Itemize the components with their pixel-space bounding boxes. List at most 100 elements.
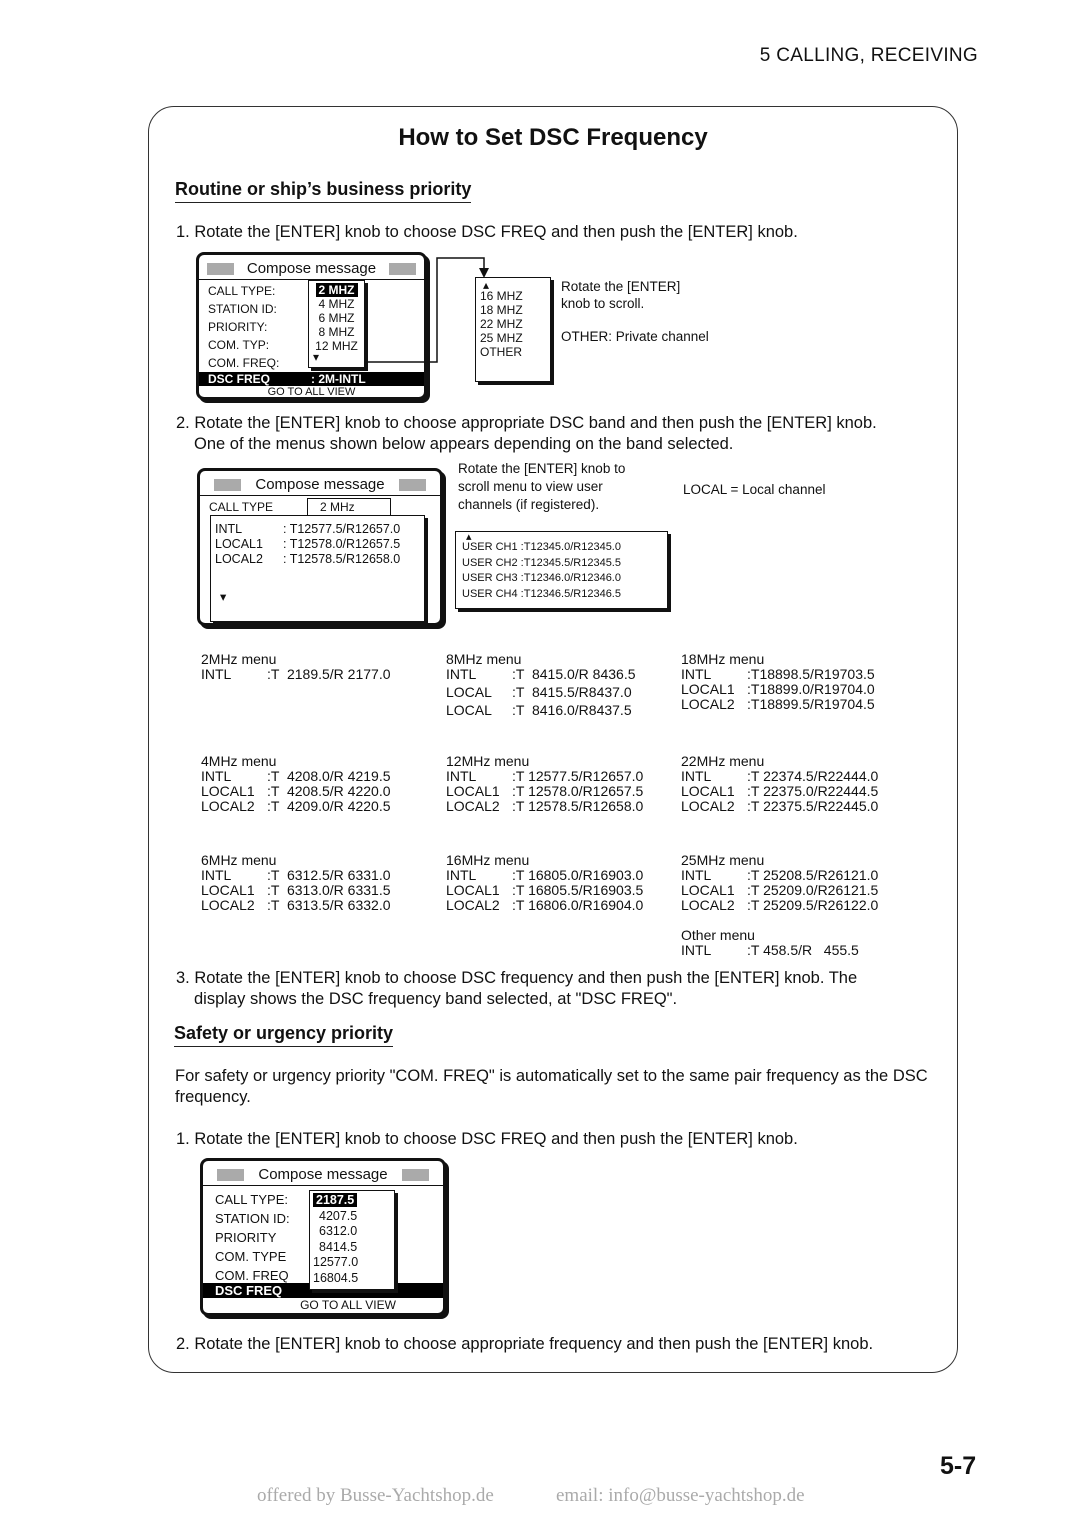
channel-freq: :T 12578.0/R12657.5 [512, 783, 644, 799]
channel-name: LOCAL1 [201, 783, 255, 799]
menu-row: LOCAL1 :T 6313.0/R 6331.5 [201, 883, 391, 898]
band-menu: 18MHz menu INTL:T18898.5/R19703.5 LOCAL1:T… [681, 652, 875, 712]
channel-name: INTL [681, 942, 712, 958]
channel-freq: :T 16806.0/R16904.0 [512, 897, 644, 913]
channel-name: LOCAL1 [446, 783, 500, 799]
user-channel-list[interactable]: ▴ USER CH1 :T12345.0/R12345.0 USER CH2 :T1… [455, 531, 668, 609]
list-item[interactable]: 4 MHZ [309, 297, 364, 311]
channel-row[interactable]: INTL: T12577.5/R12657.0 [215, 522, 424, 537]
user-channel-note: Rotate the [ENTER] knob to scroll menu t… [458, 461, 626, 512]
channel-freq: :T 8415.0/R 8436.5 [512, 666, 636, 682]
call-type-label: CALL TYPE [209, 500, 274, 514]
menu-title: 16MHz menu [446, 852, 530, 868]
channel-freq: :T 12577.5/R12657.0 [512, 768, 644, 784]
band-menu: Other menu INTL:T 458.5/R 455.5 [681, 928, 859, 958]
menu-row: LOCAL :T 8415.5/R8437.0 [446, 685, 636, 700]
channel-name: LOCAL2 [446, 897, 500, 913]
channel-name: LOCAL1 [681, 681, 735, 697]
step-3: 3. Rotate the [ENTER] knob to choose DSC… [176, 969, 858, 987]
frequency-dropdown-list[interactable]: 2187.5 4207.5 6312.0 8414.5 12577.0 16804.5 [309, 1190, 395, 1290]
menu-title: 6MHz menu [201, 852, 277, 868]
channel-name: INTL [215, 522, 243, 536]
band-menu: 25MHz menu INTL:T 25208.5/R26121.0 LOCAL1:… [681, 853, 878, 913]
menu-title: 18MHz menu [681, 651, 765, 667]
chapter-header: 5 CALLING, RECEIVING [759, 45, 978, 66]
field-label: CALL TYPE: [208, 284, 276, 298]
band-option[interactable]: 22 MHZ [480, 317, 550, 331]
menu-row: LOCAL2:T 6313.5/R 6332.0 [201, 898, 391, 913]
channel-freq: :T 16805.0/R16903.0 [512, 867, 644, 883]
scroll-up-icon[interactable]: ▴ [480, 279, 550, 291]
list-item[interactable]: 8414.5 [313, 1240, 394, 1256]
channel-freq: :T 6313.0/R 6331.5 [267, 882, 391, 898]
list-item[interactable]: 4207.5 [313, 1209, 394, 1225]
channel-freq: :T 8416.0/R8437.5 [512, 702, 632, 718]
step-3-cont: display shows the DSC frequency band sel… [194, 990, 678, 1008]
menu-row: LOCAL2:T 4209.0/R 4220.5 [201, 799, 391, 814]
band-option[interactable]: OTHER [480, 345, 550, 359]
field-label: STATION ID: [208, 302, 277, 316]
field-label: STATION ID: [215, 1211, 290, 1226]
band-option: 2 MHZ [315, 283, 358, 297]
scroll-down-icon[interactable]: ▾ [309, 351, 364, 363]
channel-freq: :T 25208.5/R26121.0 [747, 867, 879, 883]
band-option: 6 MHZ [318, 311, 355, 325]
band-dropdown-list-scrolled[interactable]: ▴ 16 MHZ 18 MHZ 22 MHZ 25 MHZ OTHER [475, 277, 551, 382]
list-item[interactable]: 6312.0 [313, 1224, 394, 1240]
band-dropdown-list[interactable]: 2 MHZ 4 MHZ 6 MHZ 8 MHZ 12 MHZ ▾ [308, 280, 365, 368]
user-channel[interactable]: USER CH3 :T12346.0/R12346.0 [462, 571, 667, 587]
menu-row: INTL:T 12577.5/R12657.0 [446, 769, 643, 784]
channel-freq: :T 22375.5/R22445.0 [747, 798, 879, 814]
channel-row[interactable]: LOCAL2: T12578.5/R12658.0 [215, 552, 424, 567]
channel-name: LOCAL2 [681, 897, 735, 913]
list-item[interactable]: 16804.5 [313, 1271, 394, 1287]
channel-freq: :T 12578.5/R12658.0 [512, 798, 644, 814]
other-note: OTHER: Private channel [561, 329, 709, 344]
list-item[interactable]: 8 MHZ [309, 325, 364, 339]
list-item[interactable]: 6 MHZ [309, 311, 364, 325]
band-menu: 12MHz menu INTL:T 12577.5/R12657.0 LOCAL1:… [446, 754, 643, 814]
channel-freq: :T 8415.5/R8437.0 [512, 684, 632, 700]
menu-row: LOCAL1:T 4208.5/R 4220.0 [201, 784, 391, 799]
list-item[interactable]: 2187.5 [313, 1193, 394, 1209]
menu-title: 2MHz menu [201, 651, 277, 667]
scroll-down-icon[interactable]: ▾ [220, 590, 226, 605]
frequency-option: 12577.0 [313, 1255, 359, 1269]
menu-row: LOCAL1:T 22375.0/R22444.5 [681, 784, 878, 799]
menu-row: LOCAL2:T 22375.5/R22445.0 [681, 799, 878, 814]
channel-name: LOCAL1 [681, 882, 735, 898]
dsc-freq-label: DSC FREQ [208, 372, 271, 386]
channel-name: LOCAL [446, 684, 492, 700]
list-item[interactable]: 2 MHZ [309, 283, 364, 297]
user-channel[interactable]: USER CH4 :T12346.5/R12346.5 [462, 587, 667, 603]
user-channel[interactable]: USER CH2 :T12345.5/R12345.5 [462, 556, 667, 572]
field-label: PRIORITY [215, 1230, 277, 1245]
band-menu: 2MHz menu INTL:T 2189.5/R 2177.0 [201, 652, 391, 682]
channel-list[interactable]: INTL: T12577.5/R12657.0 LOCAL1: T12578.0/… [210, 515, 425, 622]
go-to-all-view[interactable]: GO TO ALL VIEW [199, 386, 424, 399]
section-heading-routine: Routine or ship’s business priority [175, 179, 472, 203]
safety-paragraph: For safety or urgency priority "COM. FRE… [175, 1067, 928, 1106]
step-1: 1. Rotate the [ENTER] knob to choose DSC… [176, 223, 798, 241]
channel-row[interactable]: LOCAL1: T12578.0/R12657.5 [215, 537, 424, 552]
channel-name: LOCAL2 [681, 696, 735, 712]
list-item[interactable]: 12577.0 [313, 1255, 394, 1271]
menu-row: INTL:T 6312.5/R 6331.0 [201, 868, 391, 883]
local-note: LOCAL = Local channel [683, 482, 826, 497]
menu-title: 8MHz menu [446, 651, 522, 667]
frequency-option: 4207.5 [319, 1208, 358, 1223]
band-menu: 4MHz menu INTL:T 4208.0/R 4219.5 LOCAL1:T … [201, 754, 391, 814]
band-option[interactable]: 25 MHZ [480, 331, 550, 345]
menu-row: INTL:T 16805.0/R16903.0 [446, 868, 643, 883]
menu-row: INTL:T 25208.5/R26121.0 [681, 868, 878, 883]
watermark-email: email: info@busse-yachtshop.de [556, 1485, 805, 1506]
channel-freq: :T 25209.5/R26122.0 [747, 897, 879, 913]
channel-name: INTL [681, 768, 712, 784]
user-channel[interactable]: USER CH1 :T12345.0/R12345.0 [462, 540, 667, 556]
band-option[interactable]: 18 MHZ [480, 303, 550, 317]
channel-freq: :T 4209.0/R 4220.5 [267, 798, 391, 814]
go-to-all-view[interactable]: GO TO ALL VIEW [203, 1298, 443, 1312]
channel-name: LOCAL1 [201, 882, 255, 898]
band-option[interactable]: 16 MHZ [480, 289, 550, 303]
channel-freq: :T 2189.5/R 2177.0 [267, 666, 391, 682]
